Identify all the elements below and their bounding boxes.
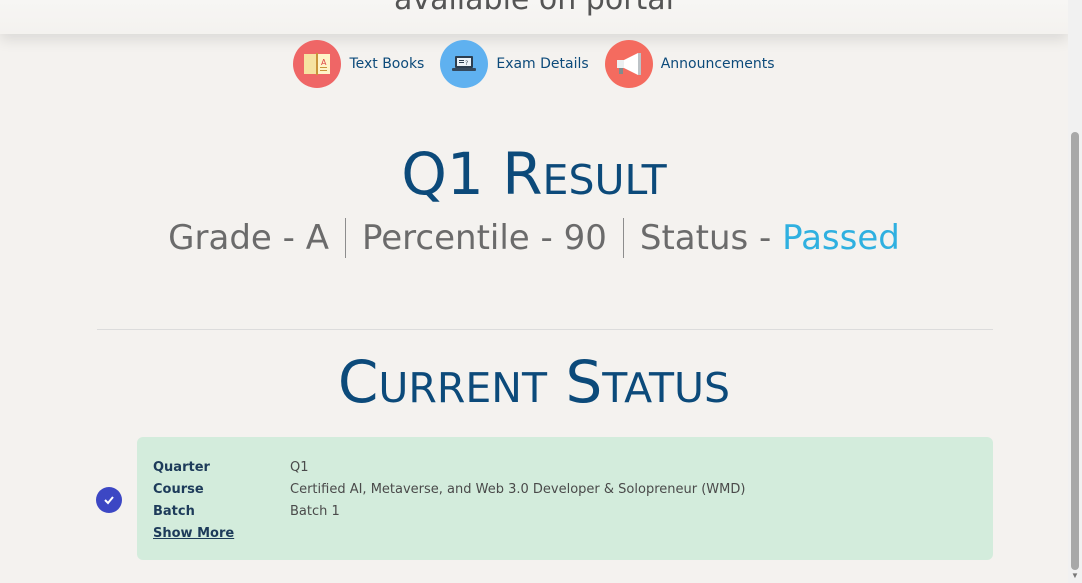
row-value: Certified AI, Metaverse, and Web 3.0 Dev… xyxy=(290,481,746,497)
vertical-scrollbar[interactable]: ▼ xyxy=(1068,0,1082,583)
top-header-strip: available on portal xyxy=(0,0,1068,34)
textbook-icon: A xyxy=(293,40,342,88)
status-value: Passed xyxy=(782,218,900,258)
current-status-card: Quarter Q1 Course Certified AI, Metavers… xyxy=(137,437,993,560)
percentile-text: Percentile - 90 xyxy=(361,218,607,258)
quick-link-label: Text Books xyxy=(349,56,425,72)
grade-text: Grade - A xyxy=(168,218,329,258)
row-key: Batch xyxy=(153,503,195,519)
row-value: Batch 1 xyxy=(290,503,340,519)
row-key: Course xyxy=(153,481,204,497)
status-row-course: Course Certified AI, Metaverse, and Web … xyxy=(153,478,993,500)
svg-text:A: A xyxy=(321,58,327,67)
scroll-down-arrow-icon[interactable]: ▼ xyxy=(1071,571,1079,580)
status-row-quarter: Quarter Q1 xyxy=(153,456,993,478)
laptop-icon: ? xyxy=(440,40,489,88)
current-status-title: Current Status xyxy=(337,348,731,416)
quick-link-exam-details[interactable]: ? Exam Details xyxy=(440,40,589,88)
page: available on portal A Text Books xyxy=(0,0,1082,583)
result-title: Q1 Result xyxy=(401,140,667,208)
quick-link-text-books[interactable]: A Text Books xyxy=(293,40,424,88)
status-prefix: Status - xyxy=(639,218,783,258)
quick-links: A Text Books ? Exam Details Announcement… xyxy=(0,40,1068,88)
header-partial-text: available on portal xyxy=(0,0,1068,17)
svg-text:?: ? xyxy=(465,60,468,67)
quick-link-announcements[interactable]: Announcements xyxy=(604,40,775,88)
quick-link-label: Exam Details xyxy=(496,56,589,72)
row-value: Q1 xyxy=(290,459,309,475)
show-more-link[interactable]: Show More xyxy=(153,526,234,541)
status-text: Status - Passed xyxy=(624,218,916,258)
status-row-batch: Batch Batch 1 xyxy=(153,500,993,522)
megaphone-icon xyxy=(604,40,653,88)
scrollbar-thumb[interactable] xyxy=(1071,132,1079,570)
section-divider xyxy=(97,329,993,330)
check-circle-icon xyxy=(96,487,122,513)
quick-link-label: Announcements xyxy=(660,56,775,72)
result-summary: Grade - A Percentile - 90 Status - Passe… xyxy=(0,218,1068,258)
row-key: Quarter xyxy=(153,459,210,475)
